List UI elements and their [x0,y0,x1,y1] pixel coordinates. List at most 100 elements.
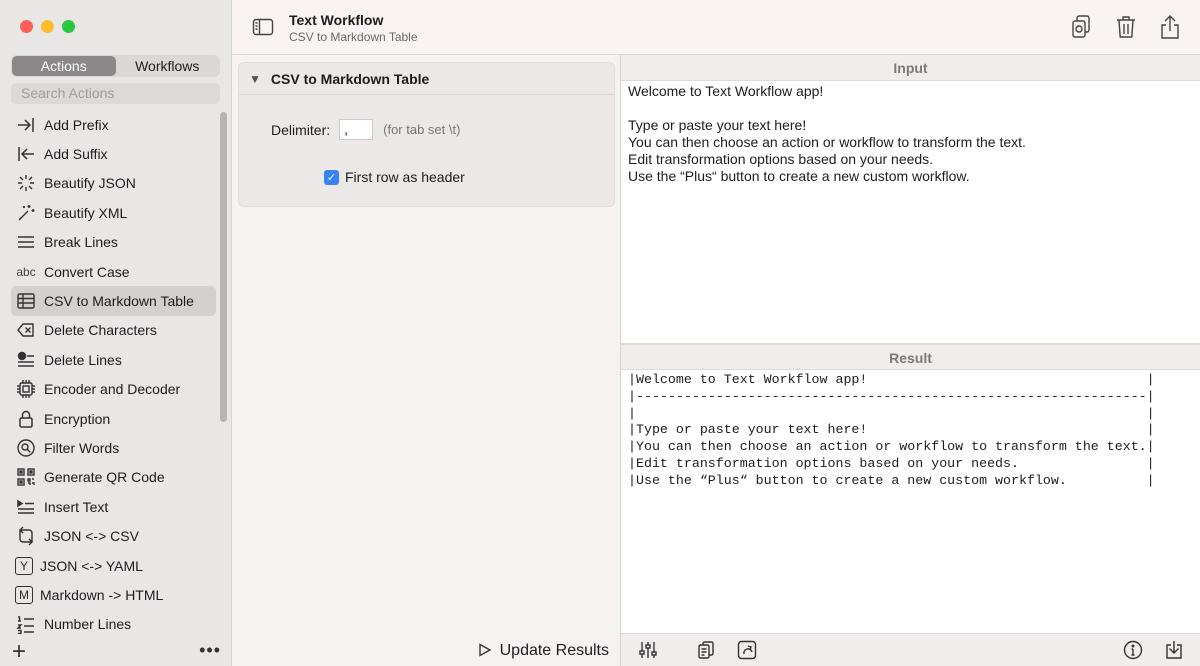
sidebar-item-filter-words[interactable]: Filter Words [11,433,216,462]
search-actions-input[interactable]: Search Actions [11,83,220,104]
window-title: Text Workflow [289,12,384,28]
sidebar-item-convert-case[interactable]: abc Convert Case [11,257,216,286]
window-subtitle: CSV to Markdown Table [289,30,418,44]
delete-lines-icon [15,349,37,371]
close-window-button[interactable] [20,20,33,33]
numbered-list-icon [15,613,37,635]
delete-left-icon [15,319,37,341]
arrow-right-to-line-icon [15,114,37,136]
disclosure-triangle-icon[interactable]: ▼ [249,72,261,86]
sidebar-item-label: Encryption [44,410,111,427]
toggle-sidebar-button[interactable] [252,17,274,37]
titlebar: Text Workflow CSV to Markdown Table [232,0,1200,55]
trash-icon [1117,16,1135,38]
action-options-panel: ▼ CSV to Markdown Table Delimiter: , (fo… [232,55,621,666]
sidebar-item-json-csv[interactable]: JSON <-> CSV [11,521,216,550]
sidebar-scrollbar[interactable] [220,112,227,422]
sidebar-item-label: Generate QR Code [44,469,165,486]
delimiter-field[interactable]: , [339,119,374,140]
sidebar-item-generate-qr-code[interactable]: Generate QR Code [11,463,216,492]
sidebar-item-beautify-json[interactable]: Beautify JSON [11,169,216,198]
actions-workflows-segmented-control: Actions Workflows [11,55,220,77]
input-text-editor[interactable]: Welcome to Text Workflow app! Type or pa… [621,81,1200,344]
delimiter-hint: (for tab set \t) [383,122,461,137]
tab-workflows[interactable]: Workflows [116,56,220,76]
action-title: CSV to Markdown Table [270,70,430,87]
action-card-header[interactable]: ▼ CSV to Markdown Table [239,63,614,95]
sidebar: Actions Workflows Search Actions Add Pre… [0,0,232,666]
sidebar-item-insert-text[interactable]: Insert Text [11,492,216,521]
input-header: Input [621,55,1200,81]
chip-icon [15,378,37,400]
sidebar-item-label: Add Suffix [44,146,108,163]
sidebar-item-label: Encoder and Decoder [44,381,181,398]
update-results-label: Update Results [499,642,609,659]
sidebar-item-delete-characters[interactable]: Delete Characters [11,316,216,345]
sidebar-item-encryption[interactable]: Encryption [11,404,216,433]
sidebar-item-csv-to-markdown-table[interactable]: CSV to Markdown Table [11,286,216,316]
sidebar-item-json-yaml[interactable]: Y JSON <-> YAML [11,551,216,580]
zoom-window-button[interactable] [62,20,75,33]
adjust-settings-button[interactable] [638,640,658,660]
copy-result-button[interactable] [696,640,716,660]
convert-arrows-icon [15,525,37,547]
result-text-view[interactable]: |Welcome to Text Workflow app! | |------… [621,370,1200,617]
sidebar-item-label: JSON <-> CSV [44,528,139,545]
download-icon [1166,641,1182,659]
more-options-button[interactable]: ••• [199,640,221,661]
sidebar-item-label: Add Prefix [44,116,109,133]
add-workflow-button[interactable]: + [12,640,26,664]
delimiter-row: Delimiter: , (for tab set \t) [271,119,460,140]
sidebar-item-label: Filter Words [44,439,120,456]
minimize-window-button[interactable] [41,20,54,33]
toolbar-actions [1070,14,1182,40]
sidebar-item-label: Delete Lines [44,351,122,368]
arrow-left-to-line-icon [15,143,37,165]
sidebar-item-label: Beautify XML [44,204,128,221]
sidebar-item-add-prefix[interactable]: Add Prefix [11,110,216,139]
magnifier-circle-icon [15,437,37,459]
sidebar-item-delete-lines[interactable]: Delete Lines [11,345,216,374]
info-icon [1123,640,1143,660]
info-button[interactable] [1123,640,1143,660]
insert-text-icon [15,496,37,518]
save-result-button[interactable] [1164,640,1184,660]
sidebar-item-encoder-and-decoder[interactable]: Encoder and Decoder [11,375,216,404]
text-panel: Input Welcome to Text Workflow app! Type… [621,55,1200,666]
magic-wand-icon [15,202,37,224]
action-card: ▼ CSV to Markdown Table Delimiter: , (fo… [238,62,615,207]
header-checkbox-row: ✓ First row as header [324,169,465,185]
tab-actions[interactable]: Actions [12,56,116,76]
bottom-toolbar [621,633,1200,666]
copy-icon [698,641,714,659]
delete-button[interactable] [1114,14,1138,40]
sidebar-icon [252,18,274,36]
result-header: Result [621,344,1200,370]
m-square-icon: M [15,585,33,604]
sidebar-item-add-suffix[interactable]: Add Suffix [11,139,216,168]
update-results-button[interactable]: Update Results [478,642,609,660]
duplicate-icon [1072,15,1090,38]
sidebar-item-label: Convert Case [44,263,130,280]
sidebar-item-label: Delete Characters [44,322,157,339]
share-icon [1161,15,1179,39]
lines-icon [15,231,37,253]
sidebar-item-markdown-html[interactable]: M Markdown -> HTML [11,580,216,609]
sidebar-item-label: CSV to Markdown Table [44,293,194,310]
replace-input-button[interactable] [737,640,757,660]
share-button[interactable] [1158,14,1182,40]
table-icon [15,290,37,312]
sidebar-item-number-lines[interactable]: Number Lines [11,610,216,639]
abc-text-icon: abc [16,264,36,279]
sidebar-item-break-lines[interactable]: Break Lines [11,228,216,257]
sidebar-item-label: Markdown -> HTML [40,586,164,603]
window-controls [20,20,75,33]
y-square-icon: Y [15,556,33,575]
duplicate-button[interactable] [1070,14,1094,40]
sidebar-item-beautify-xml[interactable]: Beautify XML [11,198,216,227]
sidebar-item-label: Break Lines [44,234,118,251]
play-icon [478,642,492,660]
sidebar-item-label: Insert Text [44,498,109,515]
first-row-header-checkbox[interactable]: ✓ [324,169,339,185]
sliders-icon [639,642,657,658]
